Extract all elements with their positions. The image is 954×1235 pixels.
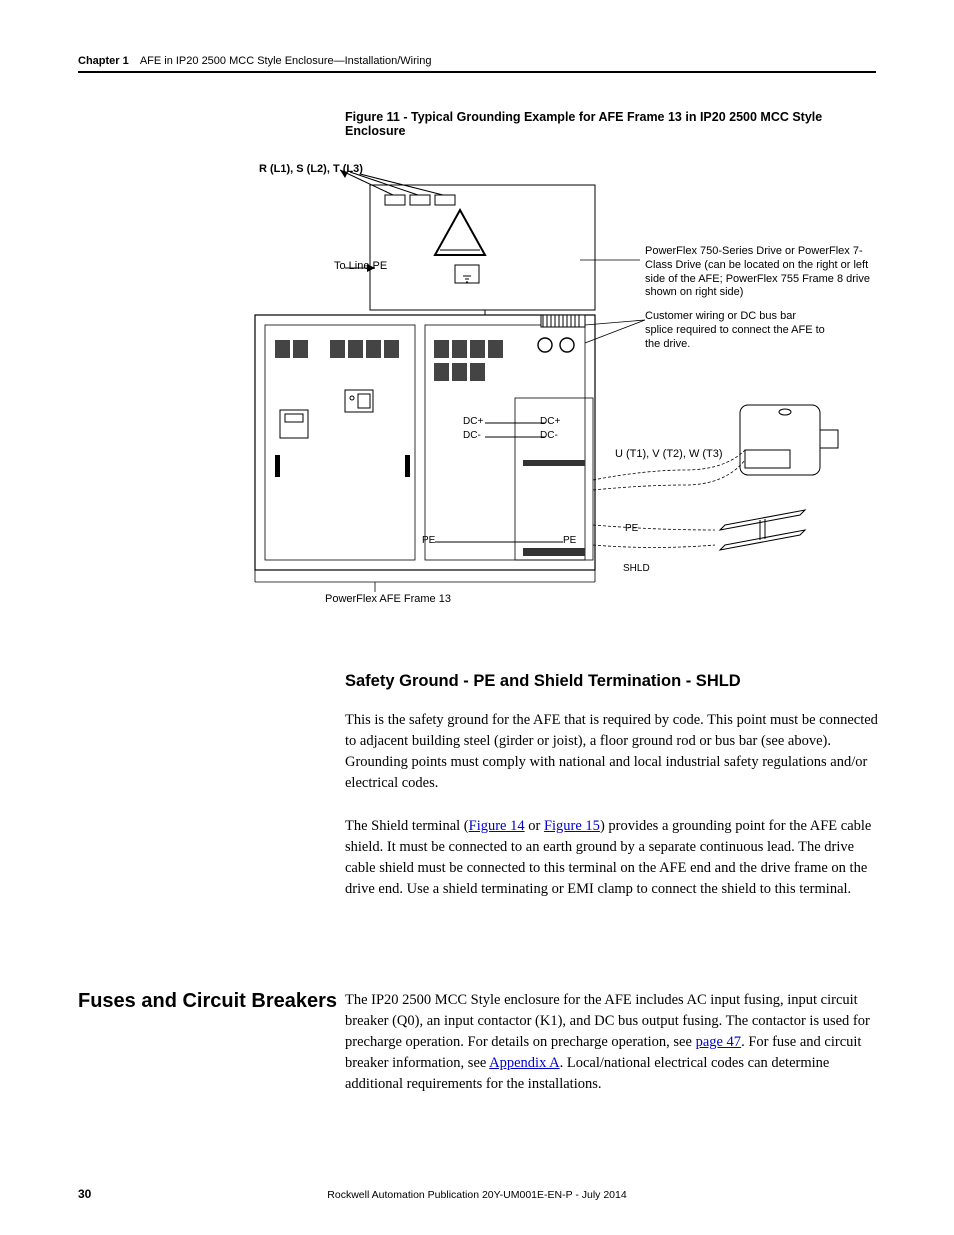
heading-safety-ground: Safety Ground - PE and Shield Terminatio… <box>345 672 741 691</box>
label-line-pe: To Line PE <box>334 260 387 274</box>
para2-text-b: or <box>525 818 544 834</box>
link-page-47[interactable]: page 47 <box>696 1034 742 1050</box>
label-dcplus-right: DC+ <box>540 416 560 427</box>
label-rst: R (L1), S (L2), T (L3) <box>259 163 363 177</box>
figure-caption: Figure 11 - Typical Grounding Example fo… <box>345 110 876 138</box>
label-dcplus-left: DC+ <box>463 416 483 427</box>
label-pe-right: PE <box>563 535 576 546</box>
label-customer-wiring: Customer wiring or DC bus bar splice req… <box>645 310 825 351</box>
chapter-title: AFE in IP20 2500 MCC Style Enclosure—Ins… <box>140 55 432 67</box>
label-drive-note: PowerFlex 750-Series Drive or PowerFlex … <box>645 245 885 300</box>
para2-text-a: The Shield terminal ( <box>345 818 469 834</box>
para-fuses-breakers: The IP20 2500 MCC Style enclosure for th… <box>345 990 881 1095</box>
label-frame-caption: PowerFlex AFE Frame 13 <box>325 593 451 607</box>
publication-footer: Rockwell Automation Publication 20Y-UM00… <box>0 1189 954 1201</box>
link-figure-15[interactable]: Figure 15 <box>544 818 600 834</box>
para-safety-ground-2: The Shield terminal (Figure 14 or Figure… <box>345 816 881 900</box>
link-appendix-a[interactable]: Appendix A <box>489 1055 559 1071</box>
label-dcminus-right: DC- <box>540 430 558 441</box>
label-shld: SHLD <box>623 563 650 574</box>
link-figure-14[interactable]: Figure 14 <box>469 818 525 834</box>
label-dcminus-left: DC- <box>463 430 481 441</box>
para-safety-ground-1: This is the safety ground for the AFE th… <box>345 710 881 794</box>
label-output-terminals: U (T1), V (T2), W (T3) <box>615 448 723 462</box>
page-header: Chapter 1 AFE in IP20 2500 MCC Style Enc… <box>78 55 876 73</box>
heading-fuses-breakers: Fuses and Circuit Breakers <box>78 990 337 1013</box>
figure-diagram: R (L1), S (L2), T (L3) To Line PE PowerF… <box>245 150 895 610</box>
chapter-label: Chapter 1 <box>78 55 129 67</box>
label-pe-left: PE <box>422 535 435 546</box>
label-pe-out: PE <box>625 523 638 534</box>
